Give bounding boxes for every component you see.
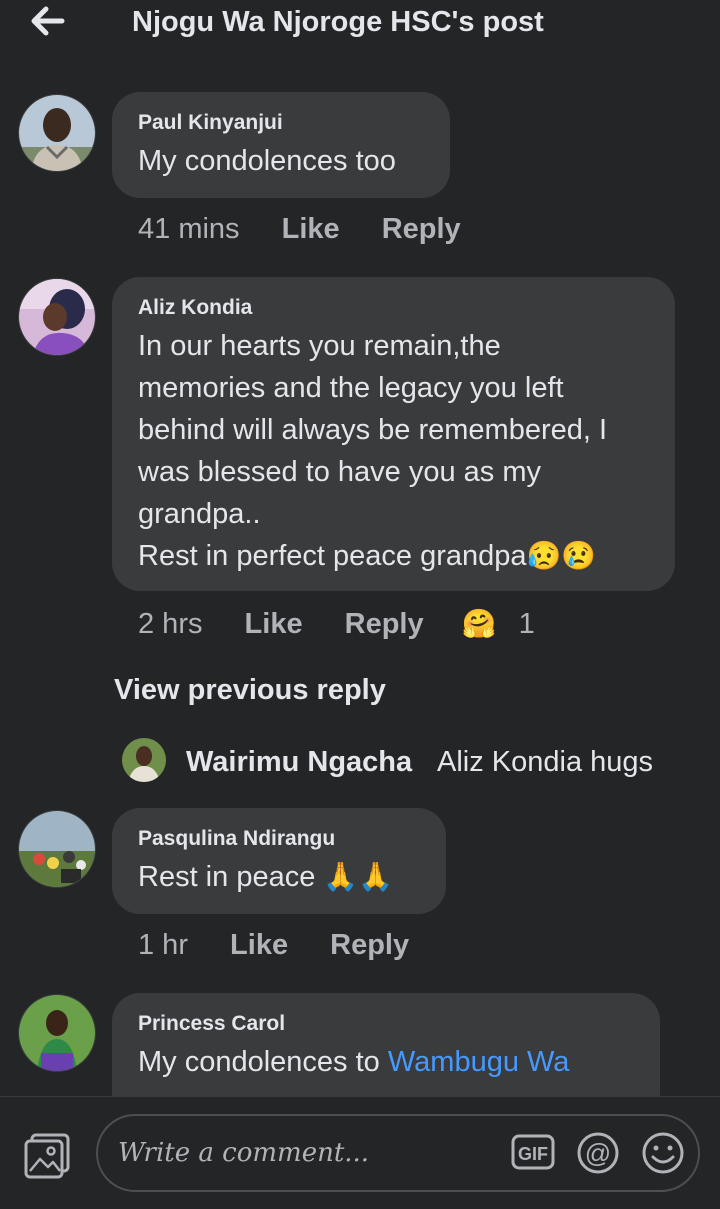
smiley-icon bbox=[642, 1132, 684, 1174]
comment-text: Rest in peace 🙏🙏 bbox=[138, 856, 420, 898]
comment-line: behind will always be remembered, I bbox=[138, 414, 608, 446]
mention-button[interactable]: @ bbox=[576, 1131, 620, 1175]
comment-line: Rest in perfect peace grandpa😥😢 bbox=[138, 535, 649, 577]
comment-input[interactable] bbox=[116, 1130, 500, 1176]
comment-line: grandpa.. bbox=[138, 498, 261, 530]
comment-author[interactable]: Aliz Kondia bbox=[138, 295, 649, 321]
comment-input-box[interactable]: GIF @ bbox=[96, 1114, 700, 1192]
back-arrow-icon bbox=[31, 6, 65, 36]
gif-label: GIF bbox=[518, 1144, 548, 1164]
reply-author[interactable]: Wairimu Ngacha bbox=[186, 746, 412, 779]
page-title: Njogu Wa Njoroge HSC's post bbox=[132, 6, 544, 38]
like-button[interactable]: Like bbox=[245, 608, 303, 641]
gif-button[interactable]: GIF bbox=[510, 1132, 556, 1172]
like-button[interactable]: Like bbox=[230, 929, 288, 962]
comment-line: memories and the legacy you left bbox=[138, 372, 564, 404]
comment-timestamp: 2 hrs bbox=[138, 608, 203, 640]
top-bar: Njogu Wa Njoroge HSC's post bbox=[0, 0, 720, 60]
comment-text-content: Rest in peace bbox=[138, 861, 316, 893]
at-label: @ bbox=[585, 1138, 611, 1168]
mention-link[interactable]: Wambugu Wa bbox=[388, 1046, 570, 1078]
view-previous-reply-link[interactable]: View previous reply bbox=[114, 674, 386, 707]
photo-icon bbox=[24, 1133, 70, 1179]
at-icon: @ bbox=[577, 1132, 619, 1174]
comment-timestamp: 41 mins bbox=[138, 213, 240, 245]
avatar-princess-carol[interactable] bbox=[18, 994, 96, 1072]
reply-text: Aliz Kondia hugs bbox=[437, 746, 654, 778]
comment-bubble[interactable]: Aliz Kondia In our hearts you remain,the… bbox=[112, 277, 675, 591]
comment-line: In our hearts you remain,the bbox=[138, 330, 501, 362]
like-button[interactable]: Like bbox=[282, 213, 340, 246]
avatar-wairimu-ngacha[interactable] bbox=[122, 738, 166, 782]
comment-timestamp: 1 hr bbox=[138, 929, 188, 961]
praying-hands-emoji-icon: 🙏🙏 bbox=[323, 861, 394, 892]
comment-author[interactable]: Pasqulina Ndirangu bbox=[138, 826, 420, 852]
comment-line: was blessed to have you as my bbox=[138, 456, 541, 488]
comment-text-content: My condolences to bbox=[138, 1046, 388, 1078]
avatar-pasqulina-ndirangu[interactable] bbox=[18, 810, 96, 888]
comment-actions: 41 mins Like Reply bbox=[138, 213, 461, 246]
comment-bubble[interactable]: Paul Kinyanjui My condolences too bbox=[112, 92, 450, 198]
emoji-button[interactable] bbox=[641, 1131, 685, 1175]
care-reaction-icon[interactable]: 🤗 bbox=[462, 607, 497, 640]
comment-text: My condolences to Wambugu Wa bbox=[138, 1041, 634, 1083]
sad-emoji-icon: 😥😢 bbox=[526, 540, 597, 571]
reply-button[interactable]: Reply bbox=[345, 608, 424, 641]
comment-bubble[interactable]: Pasqulina Ndirangu Rest in peace 🙏🙏 bbox=[112, 808, 446, 914]
comment-actions: 2 hrs Like Reply 🤗 1 bbox=[138, 607, 535, 641]
comment-text: In our hearts you remain,the memories an… bbox=[138, 325, 649, 577]
photo-button[interactable] bbox=[22, 1131, 74, 1179]
gif-icon: GIF bbox=[511, 1134, 555, 1170]
comment-actions: 1 hr Like Reply bbox=[138, 929, 409, 962]
back-button[interactable] bbox=[26, 2, 70, 42]
avatar-paul-kinyanjui[interactable] bbox=[18, 94, 96, 172]
comment-text: My condolences too bbox=[138, 145, 396, 177]
comment-line-text: Rest in perfect peace grandpa bbox=[138, 540, 527, 572]
comment-author[interactable]: Paul Kinyanjui bbox=[138, 110, 424, 136]
avatar-aliz-kondia[interactable] bbox=[18, 278, 96, 356]
comment-composer: GIF @ bbox=[0, 1096, 720, 1209]
comment-author[interactable]: Princess Carol bbox=[138, 1011, 634, 1037]
reply-button[interactable]: Reply bbox=[382, 213, 461, 246]
reply-button[interactable]: Reply bbox=[330, 929, 409, 962]
reaction-count[interactable]: 1 bbox=[519, 608, 535, 641]
